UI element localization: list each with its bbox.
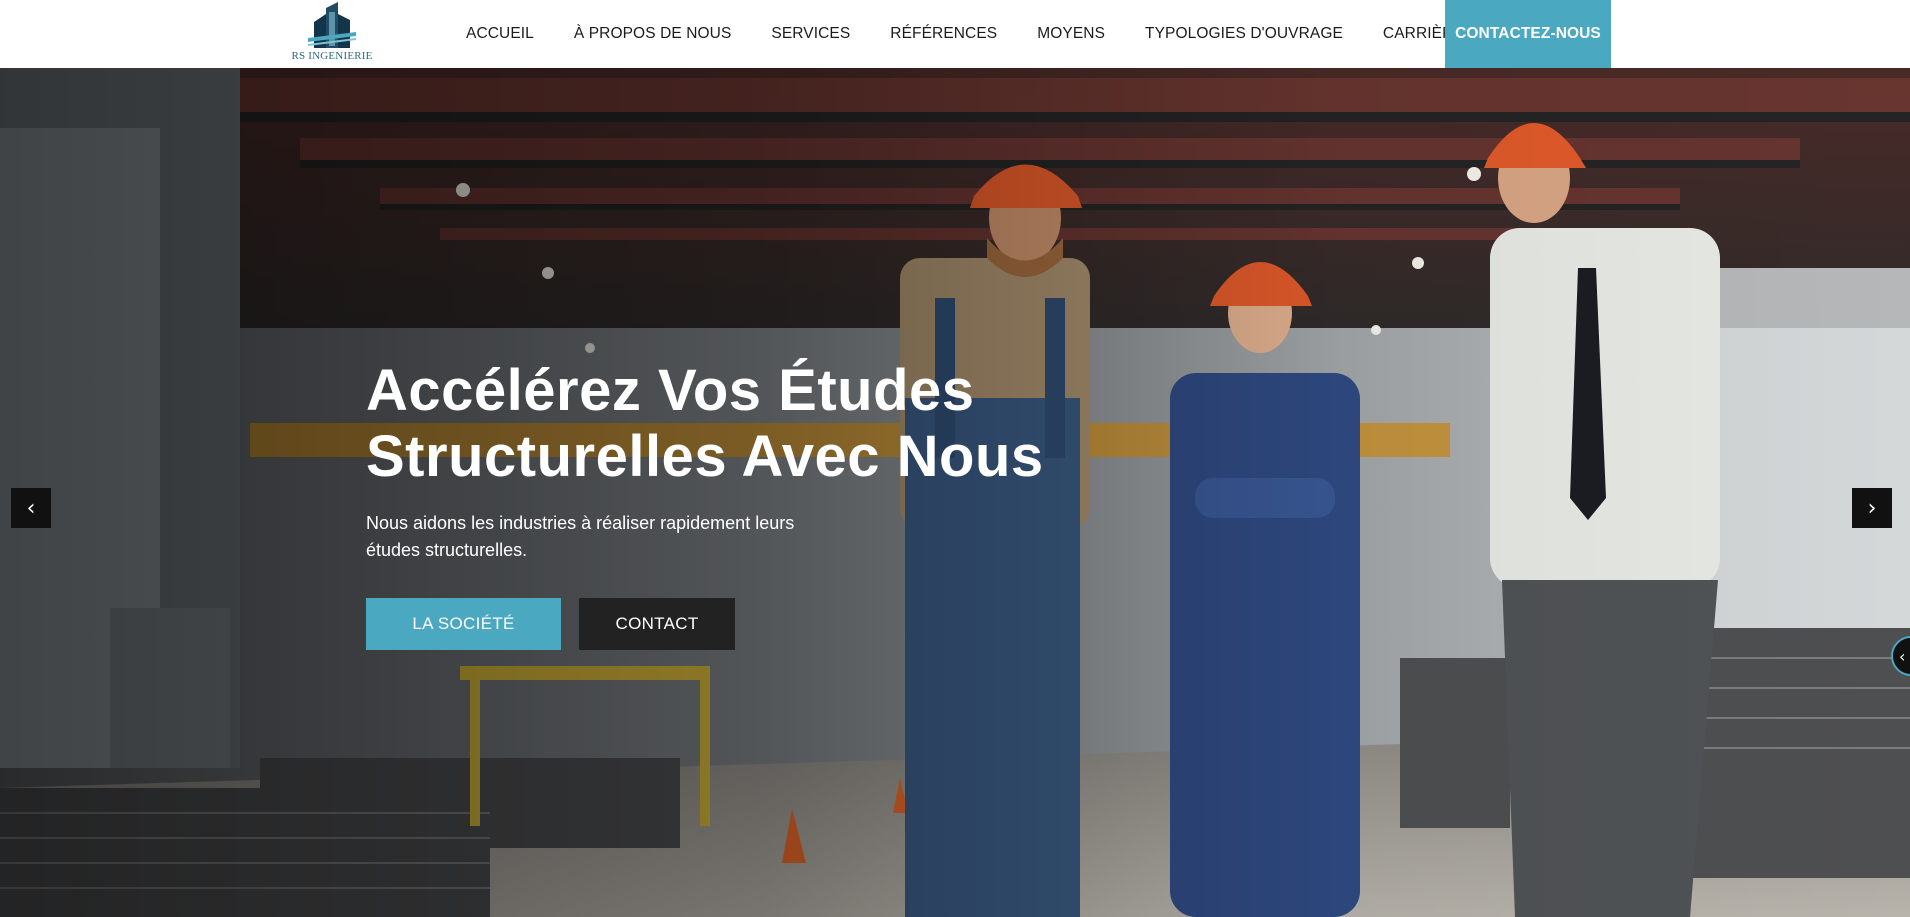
nav-item-typologies[interactable]: TYPOLOGIES D'OUVRAGE [1125,0,1363,68]
nav-item-services[interactable]: SERVICES [751,0,870,68]
nav-item-moyens[interactable]: MOYENS [1017,0,1125,68]
chevron-left-icon: ‹ [1899,646,1906,666]
hero-slider: Accélérez Vos Études Structurelles Avec … [0,68,1910,917]
brand-name: RS INGENIERIE [291,50,373,62]
nav-item-accueil[interactable]: ACCUEIL [446,0,554,68]
la-societe-button[interactable]: LA SOCIÉTÉ [366,598,561,650]
brand-logo[interactable]: RS INGENIERIE [288,0,376,68]
hero-buttons: LA SOCIÉTÉ CONTACT [366,598,1166,650]
slider-prev-button[interactable]: ‹ [11,488,51,528]
contact-cta-button[interactable]: CONTACTEZ-NOUS [1445,0,1611,68]
building-logo-icon [308,2,356,48]
hero-subtitle: Nous aidons les industries à réaliser ra… [366,513,795,560]
nav-item-a-propos[interactable]: À PROPOS DE NOUS [554,0,752,68]
nav-item-references[interactable]: RÉFÉRENCES [870,0,1017,68]
contact-button[interactable]: CONTACT [579,598,735,650]
hero-title: Accélérez Vos Études Structurelles Avec … [366,358,1044,489]
chevron-right-icon: › [1867,495,1877,521]
hero-content: Accélérez Vos Études Structurelles Avec … [366,358,1166,650]
chevron-left-icon: ‹ [26,495,36,521]
site-header: RS INGENIERIE ACCUEIL À PROPOS DE NOUS S… [0,0,1910,68]
main-nav: ACCUEIL À PROPOS DE NOUS SERVICES RÉFÉRE… [446,0,1484,68]
slider-next-button[interactable]: › [1852,488,1892,528]
